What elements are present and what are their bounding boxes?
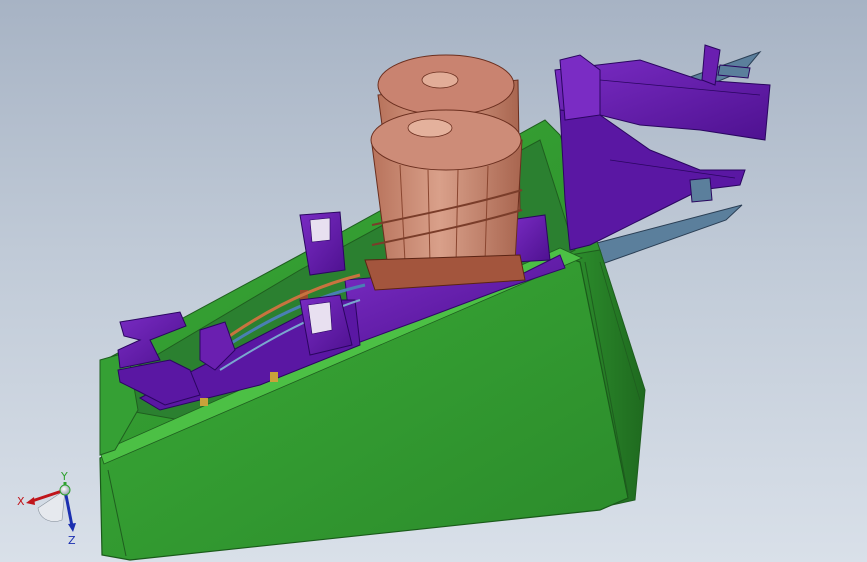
x-axis-label: X	[17, 495, 25, 508]
right-purple-bracket	[554, 44, 771, 251]
z-axis-head	[68, 523, 76, 532]
z-axis-arrow	[63, 489, 74, 527]
3d-graphics-viewport[interactable]: X Y Z	[0, 0, 867, 562]
coordinate-triad: X Y Z	[17, 470, 76, 547]
green-housing	[99, 119, 646, 561]
triad-origin	[59, 484, 71, 496]
z-axis-label: Z	[68, 534, 76, 547]
y-axis-label: Y	[60, 470, 68, 483]
copper-cups	[364, 54, 526, 291]
x-axis-head	[26, 497, 35, 505]
cad-assembly-model[interactable]	[0, 0, 867, 562]
